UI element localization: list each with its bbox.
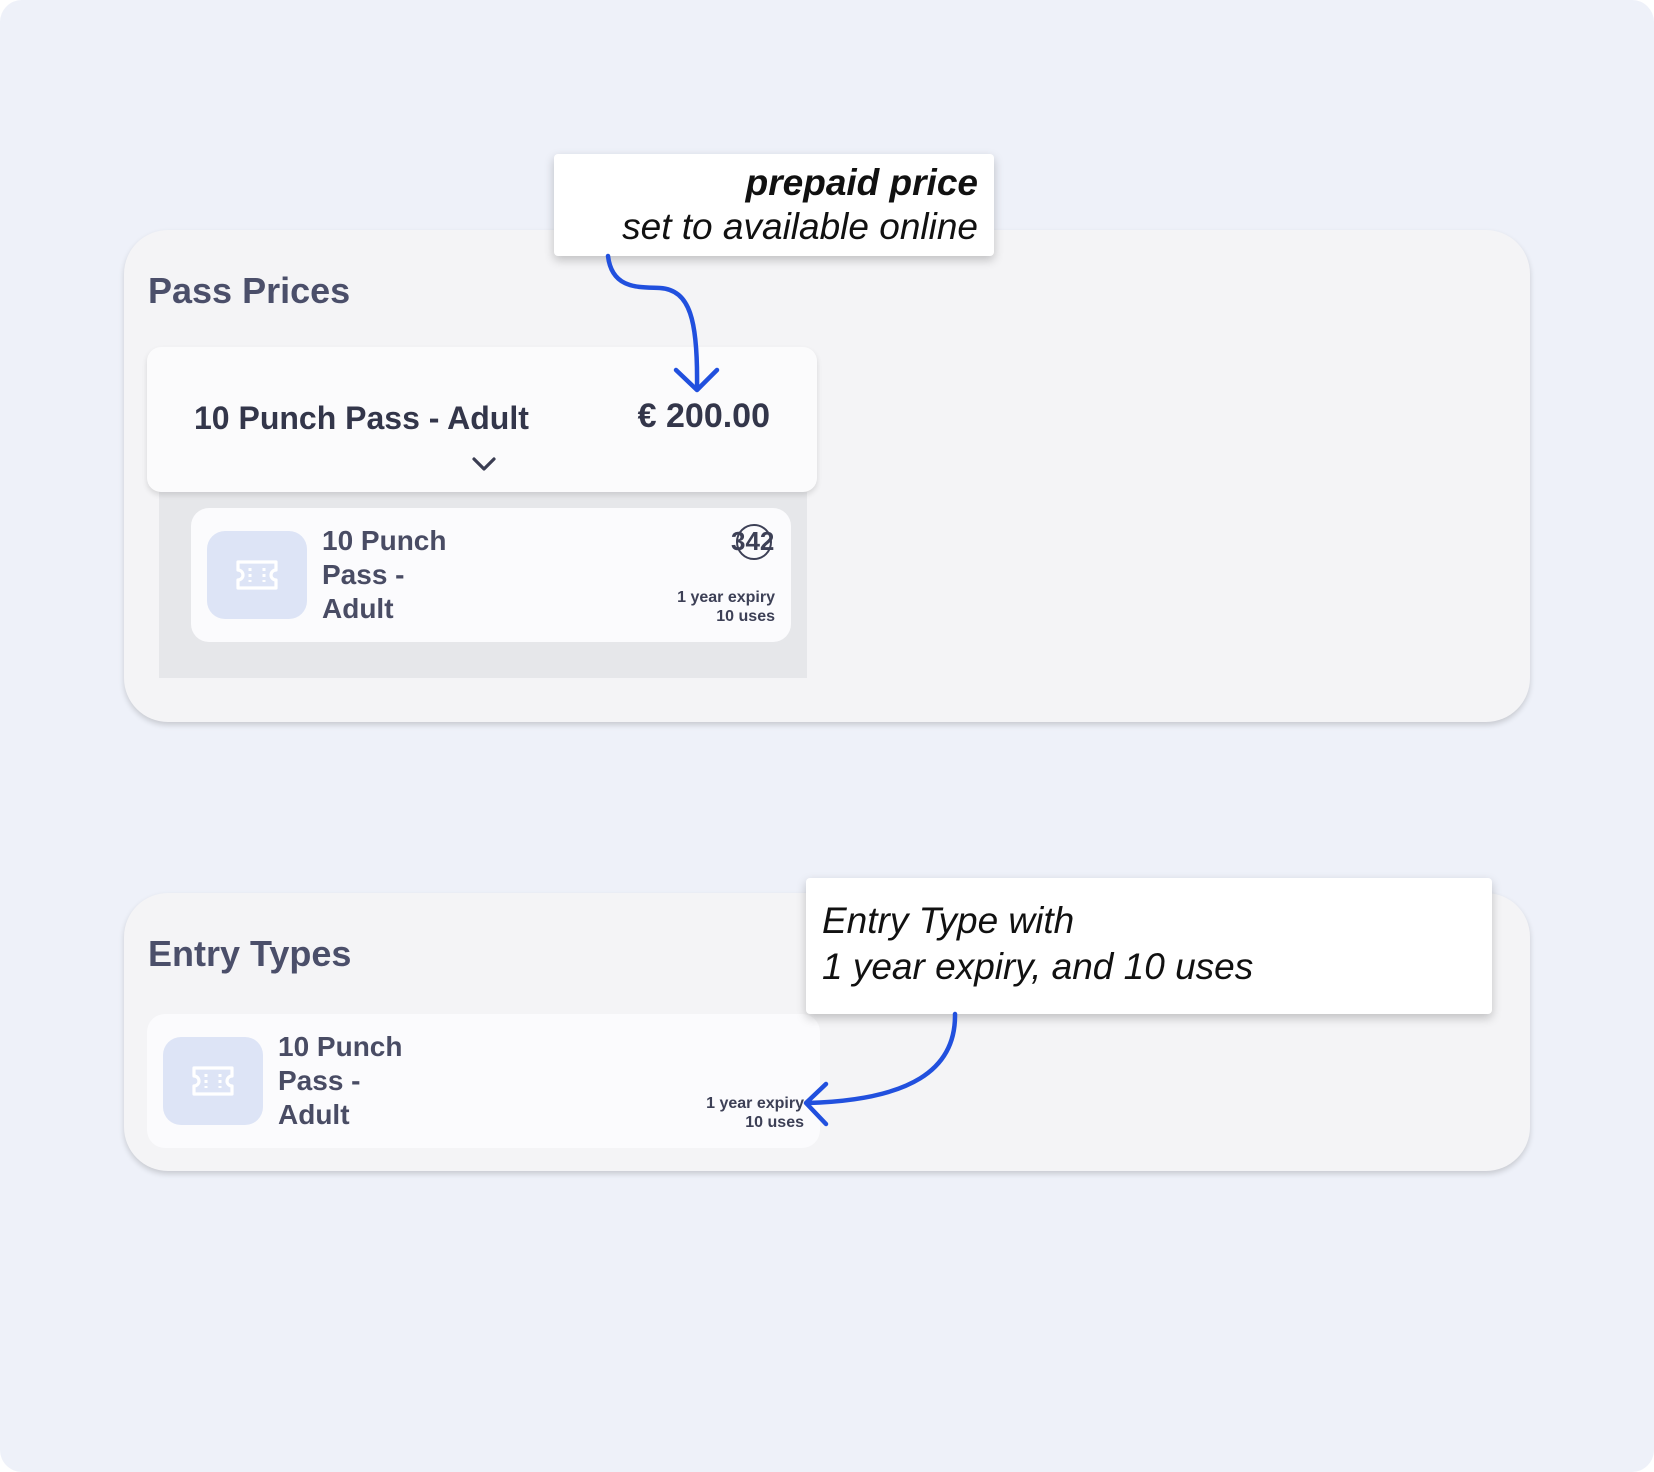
entry-type-expiry: 1 year expiry — [677, 589, 775, 606]
entry-type-meta: 1 year expiry 10 uses — [677, 588, 775, 626]
entry-type-callout-line1: Entry Type with — [822, 900, 1075, 941]
chevron-down-icon[interactable] — [470, 455, 498, 473]
entry-type-expiry: 1 year expiry — [706, 1095, 804, 1112]
entry-type-uses: 10 uses — [716, 608, 775, 625]
ticket-tile — [207, 531, 307, 619]
price-item-amount: € 200.00 — [637, 397, 770, 435]
price-item-expanded-area: 10 Punch Pass - Adult 342 1 year expiry … — [159, 492, 807, 678]
prepaid-callout-subtitle: set to available online — [622, 206, 978, 247]
entry-types-title: Entry Types — [148, 933, 352, 974]
entry-type-callout: Entry Type with 1 year expiry, and 10 us… — [806, 878, 1492, 1014]
pass-prices-title: Pass Prices — [148, 270, 351, 311]
entry-type-id-badge: 342 — [731, 526, 775, 556]
linked-entry-type-row[interactable]: 10 Punch Pass - Adult 342 1 year expiry … — [191, 508, 791, 642]
pass-prices-panel: Pass Prices 10 Punch Pass - Adult € 200.… — [124, 230, 1530, 722]
entry-type-callout-line2: 1 year expiry, and 10 uses — [822, 946, 1254, 987]
price-item-name: 10 Punch Pass - Adult — [194, 400, 529, 436]
canvas-background: Pass Prices 10 Punch Pass - Adult € 200.… — [0, 0, 1654, 1472]
entry-type-meta: 1 year expiry 10 uses — [706, 1094, 804, 1132]
ticket-icon — [192, 1066, 234, 1096]
entry-type-uses: 10 uses — [745, 1114, 804, 1131]
ticket-tile — [163, 1037, 263, 1125]
entry-type-name: 10 Punch Pass - Adult — [322, 525, 447, 624]
prepaid-callout-title: prepaid price — [745, 162, 978, 203]
ticket-icon — [236, 560, 278, 590]
entry-type-name: 10 Punch Pass - Adult — [278, 1031, 403, 1130]
price-item-card[interactable]: 10 Punch Pass - Adult € 200.00 — [147, 347, 817, 492]
entry-type-row[interactable]: 10 Punch Pass - Adult 1 year expiry 10 u… — [147, 1014, 820, 1148]
prepaid-price-callout: prepaid price set to available online — [554, 154, 994, 256]
